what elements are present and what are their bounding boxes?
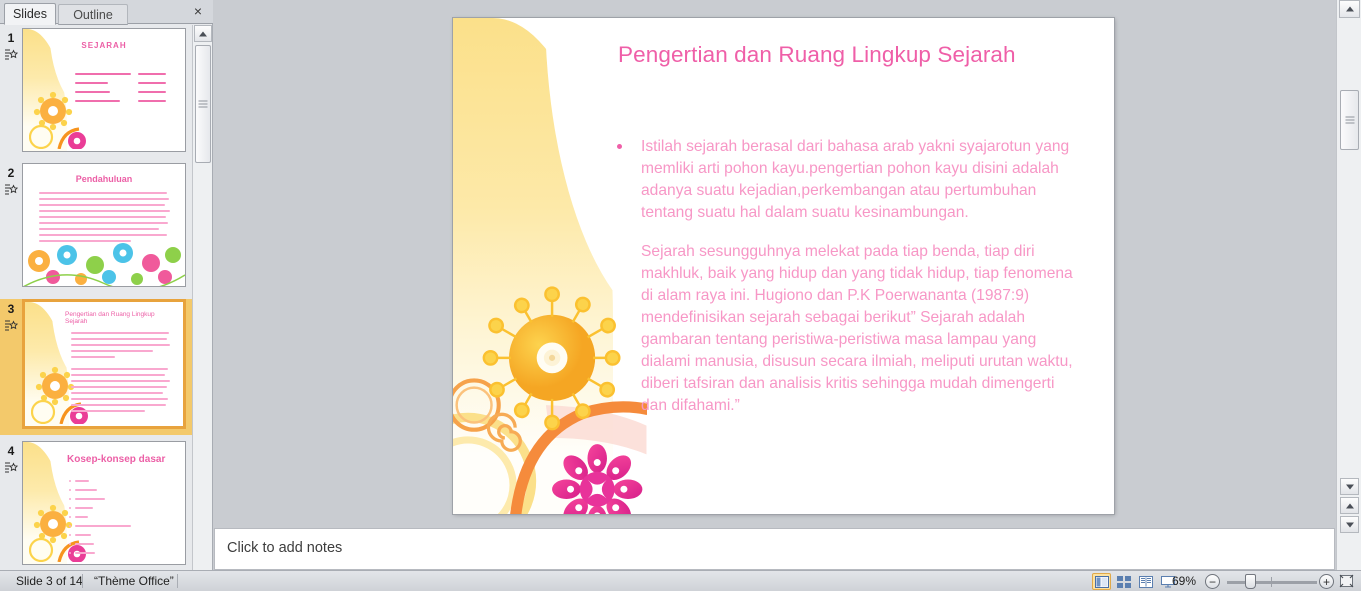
list-item[interactable]: 2 Pendahuluan xyxy=(0,163,192,291)
bullet-icon xyxy=(617,144,622,149)
scroll-down-button[interactable] xyxy=(1340,478,1359,495)
thumbnail-number: 4 xyxy=(7,444,15,458)
animation-star-icon xyxy=(4,49,18,60)
scroll-up-button[interactable] xyxy=(194,25,212,42)
tab-outline-label: Outline xyxy=(73,7,113,22)
thumbnail-gutter: 3 xyxy=(0,299,22,435)
zoom-slider-tick xyxy=(1271,577,1272,587)
animation-star-icon xyxy=(4,320,18,331)
previous-slide-button[interactable] xyxy=(1340,497,1359,514)
slide-sorter-icon xyxy=(1116,575,1131,588)
theme-indicator[interactable]: “Thème Office” xyxy=(84,571,184,591)
animation-star-icon xyxy=(4,184,18,195)
thumbnail-title: Pendahuluan xyxy=(75,174,133,184)
zoom-in-icon: + xyxy=(1322,574,1330,589)
chevron-down-icon xyxy=(1345,484,1354,489)
notes-pane[interactable]: Click to add notes xyxy=(214,528,1335,570)
animation-star-icon xyxy=(4,462,18,473)
list-item[interactable]: 1 SEJARAH xyxy=(0,28,192,156)
scrollbar-thumb[interactable] xyxy=(1340,90,1359,150)
thumbnail-gutter: 2 xyxy=(0,163,22,291)
current-slide[interactable]: Pengertian dan Ruang Lingkup Sejarah Ist… xyxy=(453,18,1114,514)
thumbnail-title: Kosep-konsep dasar xyxy=(67,454,166,465)
list-item-selected[interactable]: 3 Pengertian dan Ruang Lingkup Sejarah xyxy=(0,299,192,435)
tab-slides-label: Slides xyxy=(12,7,48,21)
thumbnail-title: Pengertian dan Ruang Lingkup Sejarah xyxy=(65,311,155,325)
slide-paragraph-1[interactable]: Istilah sejarah berasal dari bahasa arab… xyxy=(613,136,1078,224)
thumbnail-slide-4[interactable]: Kosep-konsep dasar xyxy=(22,441,186,565)
fit-slide-to-window-button[interactable] xyxy=(1338,573,1356,590)
slide-body[interactable]: Istilah sejarah berasal dari bahasa arab… xyxy=(613,136,1078,424)
slide-indicator[interactable]: Slide 3 of 14 xyxy=(6,571,93,591)
slide-paragraph-2-text: Sejarah sesungguhnya melekat pada tiap b… xyxy=(641,243,1073,414)
thumbnail-scrollbar[interactable] xyxy=(192,25,212,570)
tab-outline[interactable]: Outline xyxy=(58,4,128,25)
slide-title[interactable]: Pengertian dan Ruang Lingkup Sejarah xyxy=(618,42,1090,68)
chevron-up-icon xyxy=(1345,6,1354,12)
scrollbar-thumb[interactable] xyxy=(195,45,211,163)
powerpoint-window: Slides Outline × 1 SEJARAH 2 Pendahuluan… xyxy=(0,0,1361,591)
slides-panel: Slides Outline × 1 SEJARAH 2 Pendahuluan… xyxy=(0,0,213,570)
tab-slides[interactable]: Slides xyxy=(4,3,56,25)
grip-icon xyxy=(198,99,208,110)
zoom-slider-handle[interactable] xyxy=(1245,574,1256,589)
normal-view-icon xyxy=(1094,575,1109,588)
thumbnail-gutter: 1 xyxy=(0,28,22,156)
status-divider xyxy=(82,574,83,588)
close-icon[interactable]: × xyxy=(190,4,206,20)
slide-scrollbar[interactable] xyxy=(1336,0,1361,570)
next-slide-button[interactable] xyxy=(1340,516,1359,533)
panel-tabstrip: Slides Outline × xyxy=(0,0,213,25)
zoom-in-button[interactable]: + xyxy=(1319,574,1334,589)
notes-placeholder: Click to add notes xyxy=(227,540,343,556)
view-reading-button[interactable] xyxy=(1136,573,1155,590)
thumbnail-title: SEJARAH xyxy=(81,41,127,50)
thumbnail-list[interactable]: 1 SEJARAH 2 Pendahuluan 3 Pengertian dan… xyxy=(0,25,192,570)
grip-icon xyxy=(1345,115,1354,126)
double-chevron-down-icon xyxy=(1345,522,1354,527)
status-bar: Slide 3 of 14 “Thème Office” 69% − + xyxy=(0,570,1361,591)
slide-paragraph-2[interactable]: Sejarah sesungguhnya melekat pada tiap b… xyxy=(613,241,1078,417)
view-slide-sorter-button[interactable] xyxy=(1114,573,1133,590)
thumbnail-slide-1[interactable]: SEJARAH xyxy=(22,28,186,152)
fit-window-icon xyxy=(1339,574,1354,588)
zoom-out-button[interactable]: − xyxy=(1205,574,1220,589)
view-normal-button[interactable] xyxy=(1092,573,1111,590)
thumbnail-slide-2[interactable]: Pendahuluan xyxy=(22,163,186,287)
status-divider xyxy=(177,574,178,588)
zoom-slider-track[interactable] xyxy=(1227,581,1317,584)
thumbnail-number: 2 xyxy=(7,166,15,180)
reading-view-icon xyxy=(1138,575,1153,588)
thumbnail-number: 1 xyxy=(7,31,15,45)
scroll-up-button[interactable] xyxy=(1339,0,1360,18)
zoom-out-icon: − xyxy=(1208,574,1216,589)
thumbnail-gutter: 4 xyxy=(0,441,22,570)
thumbnail-number: 3 xyxy=(7,302,15,316)
thumbnail-slide-3[interactable]: Pengertian dan Ruang Lingkup Sejarah xyxy=(22,299,186,429)
slide-paragraph-1-text: Istilah sejarah berasal dari bahasa arab… xyxy=(641,138,1070,221)
slide-editing-area[interactable]: Pengertian dan Ruang Lingkup Sejarah Ist… xyxy=(214,0,1335,527)
zoom-level-label[interactable]: 69% xyxy=(1172,571,1196,591)
list-item[interactable]: 4 Kosep-konsep dasar xyxy=(0,441,192,570)
chevron-up-icon xyxy=(199,31,207,36)
double-chevron-up-icon xyxy=(1345,503,1354,508)
